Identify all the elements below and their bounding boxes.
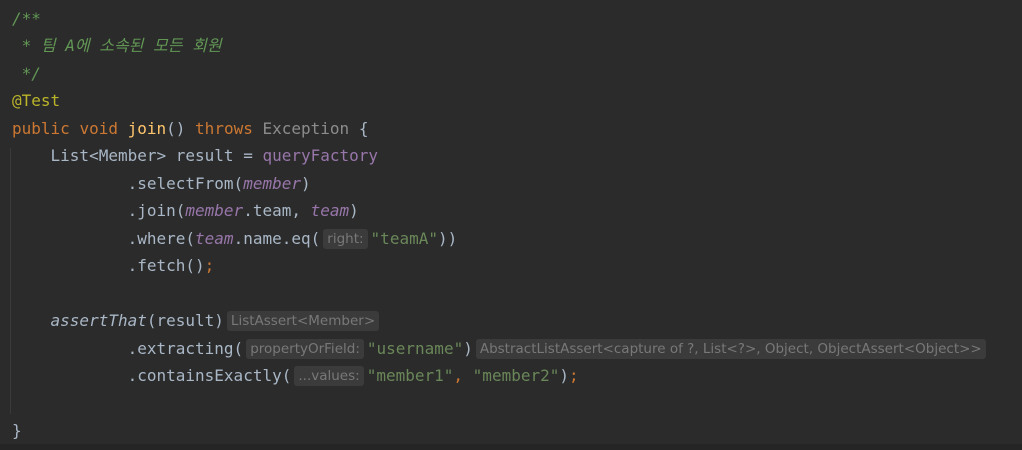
- keyword-public: public: [12, 119, 70, 138]
- code-line-5: public void join() throws Exception {: [12, 115, 368, 142]
- code-line-3: */: [12, 60, 41, 87]
- open-brace: {: [358, 119, 369, 138]
- extracting-call: .extracting(: [127, 339, 244, 358]
- team-path: .team,: [243, 201, 311, 220]
- code-line-14: .containsExactly(...values: "member1", "m…: [12, 362, 579, 389]
- string-team-a: "teamA": [370, 229, 438, 248]
- member-ref: member: [185, 201, 244, 220]
- code-line-9: .where(team.name.eq(right: "teamA")): [12, 225, 457, 252]
- javadoc-text: * 팀 A에 소속된 모든 회원: [12, 36, 222, 55]
- code-line-12: assertThat(result) ListAssert<Member>: [12, 307, 382, 334]
- where-call: .where(: [127, 229, 196, 248]
- code-line-2: * 팀 A에 소속된 모든 회원: [12, 32, 222, 59]
- assert-that-call: assertThat: [50, 311, 147, 330]
- code-line-4: @Test: [12, 87, 60, 114]
- test-annotation: @Test: [12, 91, 61, 110]
- close-paren: ): [349, 201, 359, 220]
- code-editor[interactable]: /** * 팀 A에 소속된 모든 회원 */ @Test public voi…: [0, 0, 1022, 450]
- string-member2: "member2": [472, 366, 560, 385]
- code-line-6: List<Member> result = queryFactory: [12, 142, 379, 169]
- close-brace: }: [12, 421, 22, 440]
- method-name: join: [127, 119, 167, 138]
- indent-guide: [10, 148, 11, 414]
- param-hint-property: propertyOrField:: [246, 339, 364, 359]
- select-from-call: .selectFrom(: [127, 174, 244, 193]
- result-arg: (result): [146, 311, 224, 330]
- member-ref: member: [243, 174, 301, 193]
- code-line-7: .selectFrom(member): [12, 170, 311, 197]
- contains-exactly-call: .containsExactly(: [127, 366, 292, 385]
- keyword-throws: throws: [195, 119, 253, 138]
- close-parens: )): [437, 229, 458, 248]
- javadoc-close: */: [12, 64, 41, 83]
- string-username: "username": [366, 339, 464, 358]
- exception-type: Exception: [262, 119, 350, 138]
- string-member1: "member1": [366, 366, 454, 385]
- method-parens: (): [166, 119, 186, 138]
- semicolon: ;: [204, 256, 215, 275]
- code-line-8: .join(member.team, team): [12, 197, 359, 224]
- close-paren: ): [463, 339, 473, 358]
- javadoc-open: /**: [12, 9, 41, 28]
- code-line-13: .extracting(propertyOrField: "username") A…: [12, 335, 989, 362]
- keyword-void: void: [79, 119, 118, 138]
- type-hint-abstract-list-assert: AbstractListAssert<capture of ?, List<?>…: [475, 339, 986, 359]
- team-ref: team: [195, 229, 234, 248]
- list-declaration: List<Member> result =: [50, 146, 263, 165]
- comma: ,: [453, 366, 473, 385]
- code-line-10: .fetch();: [12, 252, 215, 279]
- name-eq-call: .name.eq(: [233, 229, 321, 248]
- type-hint-list-assert: ListAssert<Member>: [226, 311, 380, 331]
- close-paren: ): [559, 366, 570, 385]
- code-line-16: }: [12, 417, 22, 444]
- close-paren: ): [300, 174, 311, 193]
- editor-bottom-edge: [0, 444, 1022, 450]
- query-factory-field: queryFactory: [262, 146, 379, 165]
- semicolon: ;: [569, 366, 579, 385]
- fetch-call: .fetch(): [127, 256, 205, 275]
- code-line-1: /**: [12, 5, 41, 32]
- team-ref: team: [310, 201, 350, 220]
- param-hint-right: right:: [323, 229, 368, 249]
- join-call: .join(: [127, 201, 186, 220]
- param-hint-values: ...values:: [294, 366, 364, 386]
